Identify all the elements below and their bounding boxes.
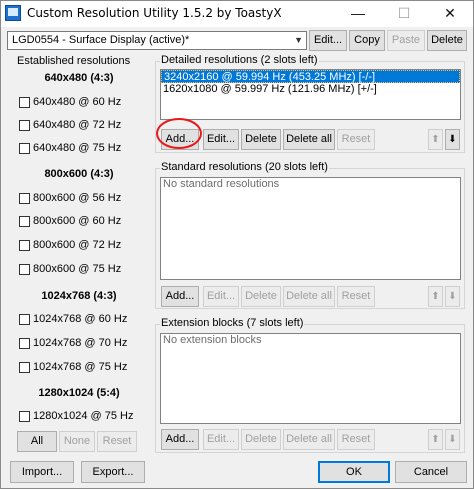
checkbox-640x480-72[interactable]: 640x480 @ 72 Hz [19,118,121,132]
checkbox-label: 800x600 @ 60 Hz [33,215,122,227]
checkbox-box[interactable] [19,96,30,108]
move-down-icon[interactable]: ⬇ [445,429,460,450]
extension-delete-button[interactable]: Delete [241,429,281,450]
standard-delete-all-button[interactable]: Delete all [283,286,335,307]
checkbox-box[interactable] [19,313,30,325]
checkbox-1024x768-70[interactable]: 1024x768 @ 70 Hz [19,336,127,350]
checkbox-box[interactable] [19,337,30,349]
checkbox-640x480-75[interactable]: 640x480 @ 75 Hz [19,141,121,155]
maximize-button[interactable]: ☐ [381,1,427,27]
detailed-item[interactable]: 3240x2160 @ 59.994 Hz (453.25 MHz) [-/-] [161,70,460,83]
standard-add-button[interactable]: Add... [161,286,199,307]
chevron-down-icon: ▼ [294,35,303,45]
detailed-list[interactable]: 3240x2160 @ 59.994 Hz (453.25 MHz) [-/-]… [160,69,461,120]
move-up-icon[interactable]: ⬆ [428,129,443,150]
checkbox-label: 800x600 @ 56 Hz [33,192,122,204]
minimize-button[interactable]: — [335,1,381,27]
app-window: Custom Resolution Utility 1.5.2 by Toast… [0,0,474,489]
standard-edit-button[interactable]: Edit... [203,286,239,307]
detailed-item[interactable]: 1620x1080 @ 59.997 Hz (121.96 MHz) [+/-] [161,83,460,96]
move-down-icon[interactable]: ⬇ [445,286,460,307]
checkbox-label: 800x600 @ 72 Hz [33,239,122,251]
checkbox-box[interactable] [19,192,30,204]
checkbox-box[interactable] [19,239,30,251]
window-title: Custom Resolution Utility 1.5.2 by Toast… [27,6,282,20]
checkbox-1280x1024-75[interactable]: 1280x1024 @ 75 Hz [19,409,133,423]
detailed-label: Detailed resolutions (2 slots left) [160,54,319,66]
checkbox-800x600-56[interactable]: 800x600 @ 56 Hz [19,191,121,205]
group-title-1024x768: 1024x768 (4:3) [41,290,117,302]
checkbox-640x480-60[interactable]: 640x480 @ 60 Hz [19,95,121,109]
extension-reset-button[interactable]: Reset [337,429,375,450]
display-select-value: LGD0554 - Surface Display (active)* [12,34,190,46]
copy-button[interactable]: Copy [349,30,385,51]
checkbox-800x600-60[interactable]: 800x600 @ 60 Hz [19,214,121,228]
checkbox-box[interactable] [19,215,30,227]
move-up-icon[interactable]: ⬆ [428,286,443,307]
checkbox-box[interactable] [19,410,30,422]
checkbox-800x600-72[interactable]: 800x600 @ 72 Hz [19,238,121,252]
edit-display-button[interactable]: Edit... [309,30,347,51]
checkbox-label: 1280x1024 @ 75 Hz [33,410,134,422]
established-none-button[interactable]: None [59,431,95,452]
checkbox-box[interactable] [19,263,30,275]
established-header: Established resolutions [17,55,131,67]
established-all-button[interactable]: All [17,431,57,452]
title-bar: Custom Resolution Utility 1.5.2 by Toast… [1,1,473,27]
checkbox-label: 640x480 @ 75 Hz [33,142,122,154]
extension-edit-button[interactable]: Edit... [203,429,239,450]
checkbox-box[interactable] [19,361,30,373]
standard-list[interactable]: No standard resolutions [160,177,461,280]
checkbox-label: 1024x768 @ 60 Hz [33,313,128,325]
standard-label: Standard resolutions (20 slots left) [160,161,329,173]
standard-empty-text: No standard resolutions [163,178,280,190]
checkbox-1024x768-60[interactable]: 1024x768 @ 60 Hz [19,312,127,326]
extension-delete-all-button[interactable]: Delete all [283,429,335,450]
detailed-edit-button[interactable]: Edit... [203,129,239,150]
checkbox-label: 1024x768 @ 70 Hz [33,337,128,349]
standard-delete-button[interactable]: Delete [241,286,281,307]
extension-list[interactable]: No extension blocks [160,333,461,424]
ok-button[interactable]: OK [318,461,390,483]
detailed-delete-button[interactable]: Delete [241,129,281,150]
checkbox-box[interactable] [19,119,30,131]
group-title-1280x1024: 1280x1024 (5:4) [38,387,120,399]
checkbox-label: 640x480 @ 60 Hz [33,96,122,108]
group-title-640x480: 640x480 (4:3) [44,72,114,84]
export-button[interactable]: Export... [81,461,145,483]
checkbox-label: 640x480 @ 72 Hz [33,119,122,131]
paste-button[interactable]: Paste [387,30,425,51]
delete-display-button[interactable]: Delete [427,30,467,51]
display-select[interactable]: LGD0554 - Surface Display (active)* ▼ [7,31,307,50]
extension-add-button[interactable]: Add... [161,429,199,450]
cancel-button[interactable]: Cancel [395,461,467,483]
import-button[interactable]: Import... [10,461,74,483]
group-title-800x600: 800x600 (4:3) [44,168,114,180]
extension-label: Extension blocks (7 slots left) [160,317,305,329]
detailed-reset-button[interactable]: Reset [337,129,375,150]
red-circle-annotation [156,118,202,149]
move-up-icon[interactable]: ⬆ [428,429,443,450]
checkbox-label: 800x600 @ 75 Hz [33,263,122,275]
standard-reset-button[interactable]: Reset [337,286,375,307]
checkbox-label: 1024x768 @ 75 Hz [33,361,128,373]
established-reset-button[interactable]: Reset [97,431,137,452]
detailed-delete-all-button[interactable]: Delete all [283,129,335,150]
close-button[interactable]: ✕ [427,1,473,27]
checkbox-800x600-75[interactable]: 800x600 @ 75 Hz [19,262,121,276]
app-monitor-icon [5,5,21,21]
checkbox-box[interactable] [19,142,30,154]
checkbox-1024x768-75[interactable]: 1024x768 @ 75 Hz [19,360,127,374]
move-down-icon[interactable]: ⬇ [445,129,460,150]
extension-empty-text: No extension blocks [163,334,262,346]
